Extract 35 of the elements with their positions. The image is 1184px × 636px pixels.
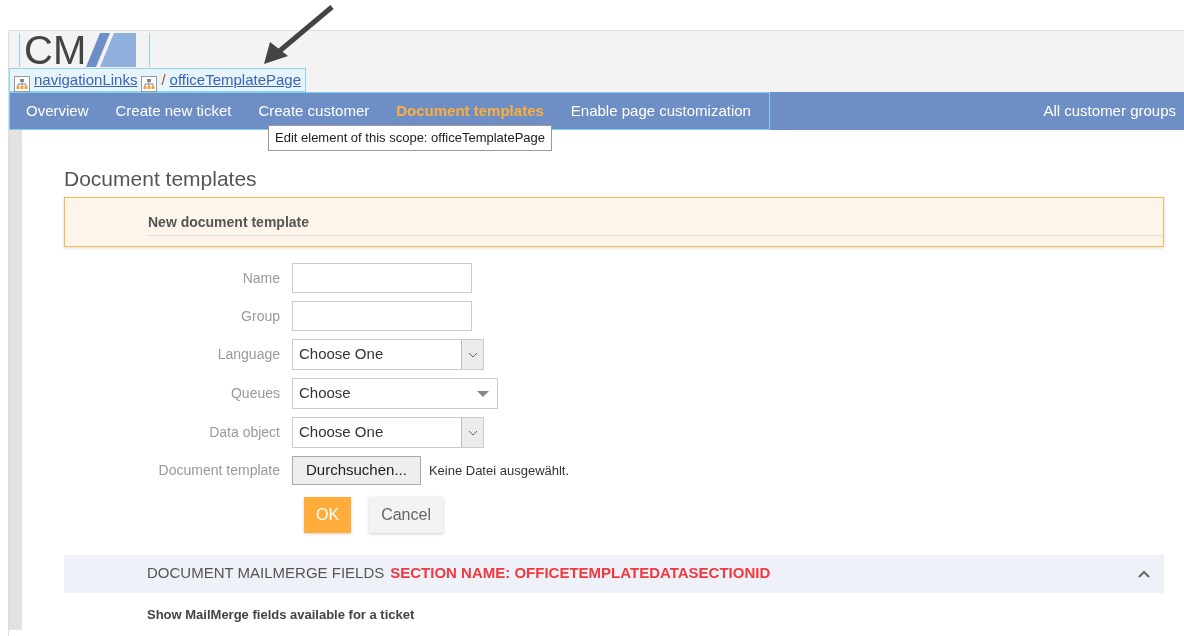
nav-tab[interactable]: Overview [17, 99, 98, 123]
chevron-down-icon [467, 429, 478, 436]
cancel-button[interactable]: Cancel [369, 496, 443, 533]
section-header[interactable]: DOCUMENT MAILMERGE FIELDS SECTION NAME: OFFICETEMPLATEDATASECTIONID [64, 554, 1164, 593]
chevron-icon[interactable] [1138, 569, 1150, 578]
section-text: Show MailMerge fields available for a ticket [146, 605, 416, 624]
file-status: Keine Datei ausgewählt. [428, 461, 570, 480]
select-field[interactable]: Choose One [292, 339, 484, 371]
section-title: DOCUMENT MAILMERGE FIELDS [147, 563, 385, 584]
field-label: Queues [229, 384, 281, 404]
breadcrumb-separator: / [161, 69, 166, 90]
arrow-icon [262, 4, 336, 66]
section-name: SECTION NAME: OFFICETEMPLATEDATASECTIONID [390, 563, 771, 584]
input-field[interactable] [292, 301, 472, 332]
nav-tab[interactable]: Enable page customization [561, 99, 760, 123]
select-field[interactable]: Choose [292, 378, 498, 410]
chevron-down-icon [467, 351, 478, 358]
field-label: Language [216, 345, 281, 365]
logo: CM [19, 33, 150, 67]
breadcrumb-link[interactable]: officeTemplatePage [169, 68, 302, 92]
field-label: Data object [208, 423, 281, 443]
page-title: Document templates [64, 166, 258, 192]
field-label: Name [241, 268, 281, 288]
tooltip: Edit element of this scope: officeTemplatePage [268, 125, 553, 151]
customer-groups-link[interactable]: All customer groups [1043, 99, 1176, 123]
select-field[interactable]: Choose One [292, 417, 484, 449]
field-label: Group [240, 306, 281, 326]
breadcrumb-link[interactable]: navigationLinks [34, 68, 138, 92]
input-field[interactable] [292, 263, 472, 294]
caret-icon[interactable] [477, 390, 489, 397]
field-label: Document template [157, 460, 281, 480]
nav-tab[interactable]: Create customer [249, 99, 379, 123]
panel-title: New document template [148, 212, 1163, 237]
nav-tab[interactable]: Create new ticket [106, 99, 241, 123]
browse-button[interactable]: Durchsuchen... [292, 456, 421, 485]
